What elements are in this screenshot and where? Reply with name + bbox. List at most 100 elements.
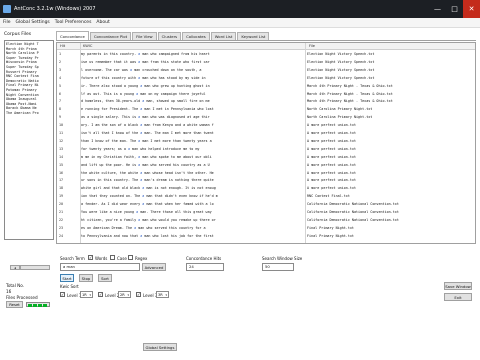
kwic-row[interactable]: 2 ise us remember that it was a man from …: [57, 59, 475, 65]
kwic-row[interactable]: 6 lf as out. This is a young a man on my …: [57, 91, 475, 97]
advanced-button[interactable]: Advanced: [142, 263, 166, 271]
kwic-context: ion that they counted on. The a man that…: [81, 193, 303, 199]
tab-collocates[interactable]: Collocates: [182, 32, 210, 40]
kwic-row[interactable]: 5 ir. There also stood a young a man who …: [57, 83, 475, 89]
start-button[interactable]: Start: [60, 274, 74, 282]
left-context: white girl and that old black: [81, 186, 143, 191]
sort-button[interactable]: Sort: [98, 274, 112, 282]
left-context: a fender. As I did wear every: [81, 202, 143, 207]
regex-checkbox[interactable]: [128, 255, 133, 260]
left-context: the white culture, the white: [81, 170, 141, 175]
words-checkbox[interactable]: ✓: [88, 255, 93, 260]
kwic-context: my parents in this country. a man who ca…: [81, 51, 303, 57]
right-context: man who would you remake up there or: [140, 217, 216, 222]
kwic-results-panel[interactable]: Hit KWIC File 1 my parents in this countr…: [56, 42, 476, 244]
global-settings-button[interactable]: Global Settings: [143, 343, 177, 351]
level2-checkbox[interactable]: ✓: [98, 292, 103, 297]
close-button[interactable]: ✕: [463, 0, 480, 18]
level3-checkbox[interactable]: ✓: [136, 292, 141, 297]
hit-number: 11: [59, 131, 64, 135]
search-window-input[interactable]: 50: [262, 263, 294, 271]
exit-button[interactable]: Exit: [444, 293, 472, 301]
tab-concordance[interactable]: Concordance: [56, 31, 89, 40]
kwic-row[interactable]: 12 than I know of the man. The a man I me…: [57, 138, 475, 144]
kwic-row[interactable]: 16 the white culture, the white a man who…: [57, 170, 475, 176]
kwic-row[interactable]: 10 ory. I am the son of a black a man fro…: [57, 122, 475, 128]
hit-number: 13: [59, 146, 64, 151]
hit-number: 21: [59, 210, 64, 214]
search-term-input[interactable]: a man: [60, 263, 140, 271]
right-context: man. There those all this great way: [138, 210, 212, 214]
kwic-row[interactable]: 17 ur sons in this country. The a man's d…: [57, 177, 475, 183]
scroll-left-button[interactable]: ◂: [10, 265, 20, 270]
level1-select[interactable]: 1R ▾: [80, 291, 93, 298]
corpus-scrollbar[interactable]: [20, 265, 50, 270]
search-window-label: Search Window Size: [262, 256, 303, 261]
hit-number: 2: [59, 59, 62, 64]
level3-select[interactable]: 3R ▾: [156, 291, 169, 298]
left-context: es on American Dream. The: [81, 225, 135, 230]
menu-file[interactable]: File: [3, 20, 11, 25]
regex-label: Regex: [135, 256, 148, 261]
kwic-row[interactable]: 14 m me in my Christian faith, a man who …: [57, 154, 475, 160]
kwic-context: lf as out. This is a young a man on my c…: [81, 91, 303, 97]
reset-button[interactable]: Reset: [6, 301, 23, 308]
hit-number: 16: [59, 170, 64, 175]
kwic-row[interactable]: 24 to Pennsylvania and now that a man who…: [57, 233, 475, 239]
level1-checkbox[interactable]: ✓: [60, 292, 65, 297]
tab-clusters[interactable]: Clusters: [157, 32, 182, 40]
kwic-row[interactable]: 23 es on American Dream. The a man who se…: [57, 225, 475, 231]
left-context: ory. I am the son of a black: [81, 123, 141, 128]
corpus-file-list[interactable]: Election Night T March 4th Prima North Car…: [4, 40, 54, 240]
kwic-row[interactable]: 7 d homeless, then 30-years-old a man, sh…: [57, 98, 475, 104]
maximize-button[interactable]: □: [446, 0, 463, 18]
tab-concordance-plot[interactable]: Concordance Plot: [89, 32, 132, 40]
kwic-context: for twenty years; as a a man who helped …: [81, 146, 303, 152]
left-context: ion that they counted on. The: [81, 194, 143, 199]
kwic-context: You were like a nice young a man. There …: [81, 209, 303, 215]
save-window-button[interactable]: Save Window: [444, 282, 472, 290]
kwic-context: d homeless, then 30-years-old a man, sho…: [81, 98, 303, 104]
kwic-row[interactable]: 13 for twenty years; as a a man who helpe…: [57, 146, 475, 152]
header-hit: Hit: [60, 44, 66, 48]
left-context: for twenty years; as a: [81, 146, 128, 151]
kwic-row[interactable]: 19 ion that they counted on. The a man th…: [57, 193, 475, 199]
kwic-row[interactable]: 20 a fender. As I did wear every a man th…: [57, 201, 475, 207]
right-context: man's dream is nothing there quite: [142, 178, 214, 183]
level2-select[interactable]: 2R ▾: [118, 291, 131, 298]
chevron-down-icon: ▾: [127, 292, 129, 297]
stop-button[interactable]: Stop: [79, 274, 93, 282]
corpus-files-label: Corpus Files: [4, 32, 32, 37]
tab-keyword-list[interactable]: Keyword List: [237, 32, 270, 40]
total-no-value: 16: [6, 289, 12, 294]
kwic-row[interactable]: 9 as a single salary. This is a man who w…: [57, 114, 475, 120]
tab-file-view[interactable]: File View: [132, 32, 157, 40]
total-no-label: Total No.: [6, 283, 25, 288]
kwic-row[interactable]: 3 l overcome. The car was a man crouched …: [57, 67, 475, 73]
kwic-row[interactable]: 8 e running for President. The a man I me…: [57, 106, 475, 112]
right-context: man who grew up hunting ghost in: [142, 83, 210, 88]
minimize-button[interactable]: —: [429, 0, 446, 18]
kwic-row[interactable]: 4 future of this country with a man who h…: [57, 75, 475, 81]
menu-about[interactable]: About: [96, 20, 109, 25]
menu-tool-preferences[interactable]: Tool Preferences: [55, 20, 92, 25]
right-context: man I met in Pennsylvania who lost: [142, 107, 214, 112]
right-context: man on my campaign there joyeful: [138, 91, 206, 96]
kwic-row[interactable]: 1 my parents in this country. a man who c…: [57, 51, 475, 57]
kwic-row[interactable]: 22 ht citizen, you're a family a man who …: [57, 217, 475, 223]
chevron-down-icon: ▾: [165, 292, 167, 297]
hit-number: 9: [59, 115, 62, 120]
corpus-file-item[interactable]: The American Pro: [6, 111, 52, 116]
file-name: California Democratic National Conventio…: [307, 202, 399, 207]
file-name: A more perfect union.txt: [307, 123, 356, 128]
kwic-row[interactable]: 11 isn't all that I know of the a man. Th…: [57, 130, 475, 136]
left-context: as a single salary. This is: [81, 115, 139, 120]
kwic-row[interactable]: 18 white girl and that old black a man is…: [57, 185, 475, 191]
kwic-row[interactable]: 21 You were like a nice young a man. Ther…: [57, 209, 475, 215]
kwic-row[interactable]: 15 and lift up the poor. He is a man who …: [57, 162, 475, 168]
tab-word-list[interactable]: Word List: [210, 32, 237, 40]
menu-global-settings[interactable]: Global Settings: [16, 20, 50, 25]
file-name: California Democratic National Conventio…: [307, 210, 399, 214]
hit-number: 20: [59, 202, 64, 207]
case-checkbox[interactable]: [110, 255, 115, 260]
